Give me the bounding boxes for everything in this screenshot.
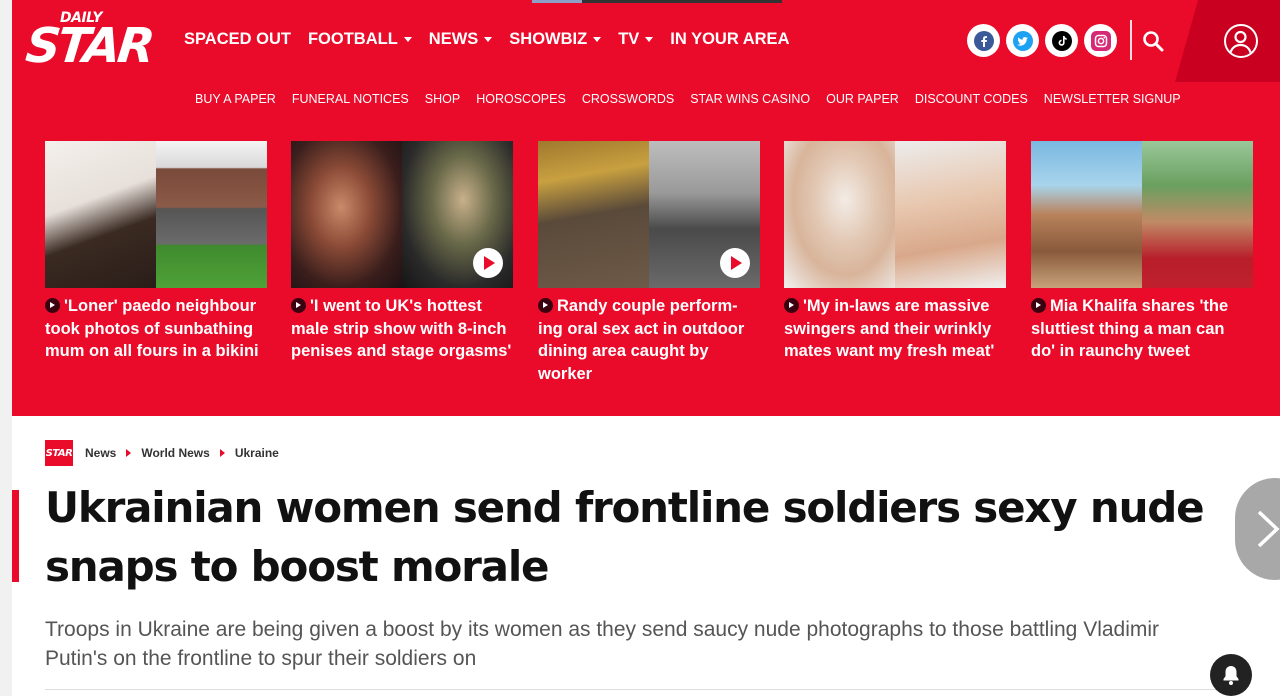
page: DAILY STAR SPACED OUT FOOTBALL NEWS SHOW… bbox=[12, 0, 1280, 696]
subnav-our-paper[interactable]: OUR PAPER bbox=[826, 92, 899, 106]
chevron-right-icon bbox=[219, 449, 225, 457]
play-icon bbox=[720, 248, 750, 278]
chevron-right-icon bbox=[1257, 510, 1280, 548]
promo-headline: Randy couple perform-ing oral sex act in… bbox=[538, 295, 760, 385]
promo-headline: Mia Khalifa shares 'the sluttiest thing … bbox=[1031, 295, 1253, 363]
photo-feet bbox=[895, 141, 1006, 288]
promo-headline: 'My in-laws are massive swingers and the… bbox=[784, 295, 1006, 363]
next-article-button[interactable] bbox=[1235, 478, 1280, 580]
play-icon bbox=[473, 248, 503, 278]
photo-strip-show bbox=[291, 141, 402, 288]
breadcrumb-news[interactable]: News bbox=[85, 446, 116, 460]
daily-star-logo[interactable]: DAILY STAR bbox=[23, 8, 155, 76]
promo-headline-text: Mia Khalifa shares 'the sluttiest thing … bbox=[1031, 297, 1229, 360]
nav-label: SHOWBIZ bbox=[509, 30, 588, 48]
title-accent-bar bbox=[12, 490, 19, 582]
chevron-right-icon bbox=[126, 449, 132, 457]
promo-thumbnail bbox=[1031, 141, 1253, 288]
chevron-down-icon bbox=[593, 37, 602, 42]
subnav-star-wins-casino[interactable]: STAR WINS CASINO bbox=[690, 92, 810, 106]
subnav-crosswords[interactable]: CROSSWORDS bbox=[582, 92, 674, 106]
promo-card[interactable]: 'Loner' paedo neighbour took photos of s… bbox=[45, 141, 267, 363]
promo-thumbnail bbox=[784, 141, 1006, 288]
photo-elderly-couple bbox=[784, 141, 895, 288]
arrow-right-icon bbox=[1031, 298, 1046, 313]
subnav-buy-a-paper[interactable]: BUY A PAPER bbox=[195, 92, 276, 106]
site-header: DAILY STAR SPACED OUT FOOTBALL NEWS SHOW… bbox=[12, 0, 1280, 82]
account-icon[interactable] bbox=[1224, 24, 1258, 58]
nav-label: FOOTBALL bbox=[307, 30, 398, 48]
photo-woman bbox=[45, 141, 156, 288]
promo-strip: 'Loner' paedo neighbour took photos of s… bbox=[12, 116, 1280, 416]
divider bbox=[45, 689, 1225, 690]
promo-card[interactable]: Randy couple perform-ing oral sex act in… bbox=[538, 141, 760, 385]
promo-headline: 'I went to UK's hottest male strip show … bbox=[291, 295, 513, 363]
promo-card[interactable]: 'I went to UK's hottest male strip show … bbox=[291, 141, 513, 363]
breadcrumb-world-news[interactable]: World News bbox=[141, 446, 209, 460]
promo-thumbnail bbox=[538, 141, 760, 288]
nav-label: NEWS bbox=[428, 30, 479, 48]
subnav-horoscopes[interactable]: HOROSCOPES bbox=[476, 92, 566, 106]
logo-star-text: STAR bbox=[23, 18, 155, 74]
promo-card[interactable]: Mia Khalifa shares 'the sluttiest thing … bbox=[1031, 141, 1253, 363]
photo-red-top bbox=[1142, 141, 1253, 288]
promo-headline: 'Loner' paedo neighbour took photos of s… bbox=[45, 295, 267, 363]
arrow-right-icon bbox=[45, 298, 60, 313]
nav-label: IN YOUR AREA bbox=[670, 30, 790, 48]
nav-item-news[interactable]: NEWS bbox=[429, 30, 493, 49]
search-icon[interactable] bbox=[1142, 30, 1164, 52]
chevron-down-icon bbox=[484, 37, 493, 42]
breadcrumb: STAR News World News Ukraine bbox=[45, 440, 279, 466]
arrow-right-icon bbox=[291, 298, 306, 313]
chevron-down-icon bbox=[403, 37, 412, 42]
secondary-nav: BUY A PAPER FUNERAL NOTICES SHOP HOROSCO… bbox=[12, 82, 1280, 116]
breadcrumb-ukraine[interactable]: Ukraine bbox=[235, 446, 279, 460]
nav-item-in-your-area[interactable]: IN YOUR AREA bbox=[670, 30, 789, 49]
twitter-icon[interactable] bbox=[1006, 24, 1039, 57]
facebook-icon[interactable] bbox=[967, 24, 1000, 57]
nav-item-showbiz[interactable]: SHOWBIZ bbox=[509, 30, 602, 49]
nav-item-spaced-out[interactable]: SPACED OUT bbox=[184, 30, 291, 49]
promo-card[interactable]: 'My in-laws are massive swingers and the… bbox=[784, 141, 1006, 363]
bell-icon bbox=[1223, 666, 1239, 685]
subnav-funeral-notices[interactable]: FUNERAL NOTICES bbox=[292, 92, 409, 106]
promo-headline-text: Randy couple perform-ing oral sex act in… bbox=[538, 297, 745, 383]
header-divider bbox=[1130, 20, 1132, 60]
nav-item-tv[interactable]: TV bbox=[618, 30, 654, 49]
instagram-icon[interactable] bbox=[1084, 24, 1117, 57]
article-title: Ukrainian women send frontline soldiers … bbox=[45, 483, 1205, 591]
notification-bell-button[interactable] bbox=[1210, 654, 1252, 696]
promo-headline-text: 'I went to UK's hottest male strip show … bbox=[291, 297, 512, 360]
daily-star-mini-logo[interactable]: STAR bbox=[45, 440, 73, 466]
promo-headline-text: 'My in-laws are massive swingers and the… bbox=[784, 297, 995, 360]
nav-item-football[interactable]: FOOTBALL bbox=[308, 30, 412, 49]
progress-strip bbox=[532, 0, 782, 3]
subnav-shop[interactable]: SHOP bbox=[425, 92, 460, 106]
mini-logo-text: STAR bbox=[45, 447, 73, 459]
article-standfirst: Troops in Ukraine are being given a boos… bbox=[45, 618, 1160, 670]
tiktok-icon[interactable] bbox=[1045, 24, 1078, 57]
social-links bbox=[967, 24, 1117, 57]
subnav-discount-codes[interactable]: DISCOUNT CODES bbox=[915, 92, 1028, 106]
subnav-newsletter-signup[interactable]: NEWSLETTER SIGNUP bbox=[1044, 92, 1181, 106]
arrow-right-icon bbox=[784, 298, 799, 313]
photo-garden bbox=[156, 141, 267, 288]
arrow-right-icon bbox=[538, 298, 553, 313]
main-nav: SPACED OUT FOOTBALL NEWS SHOWBIZ TV IN Y… bbox=[184, 30, 806, 49]
nav-label: TV bbox=[618, 30, 640, 48]
chevron-down-icon bbox=[645, 37, 654, 42]
promo-thumbnail bbox=[291, 141, 513, 288]
photo-outdoor-dining bbox=[538, 141, 649, 288]
photo-beach bbox=[1031, 141, 1142, 288]
promo-headline-text: 'Loner' paedo neighbour took photos of s… bbox=[45, 297, 259, 360]
promo-thumbnail bbox=[45, 141, 267, 288]
nav-label: SPACED OUT bbox=[184, 30, 291, 48]
